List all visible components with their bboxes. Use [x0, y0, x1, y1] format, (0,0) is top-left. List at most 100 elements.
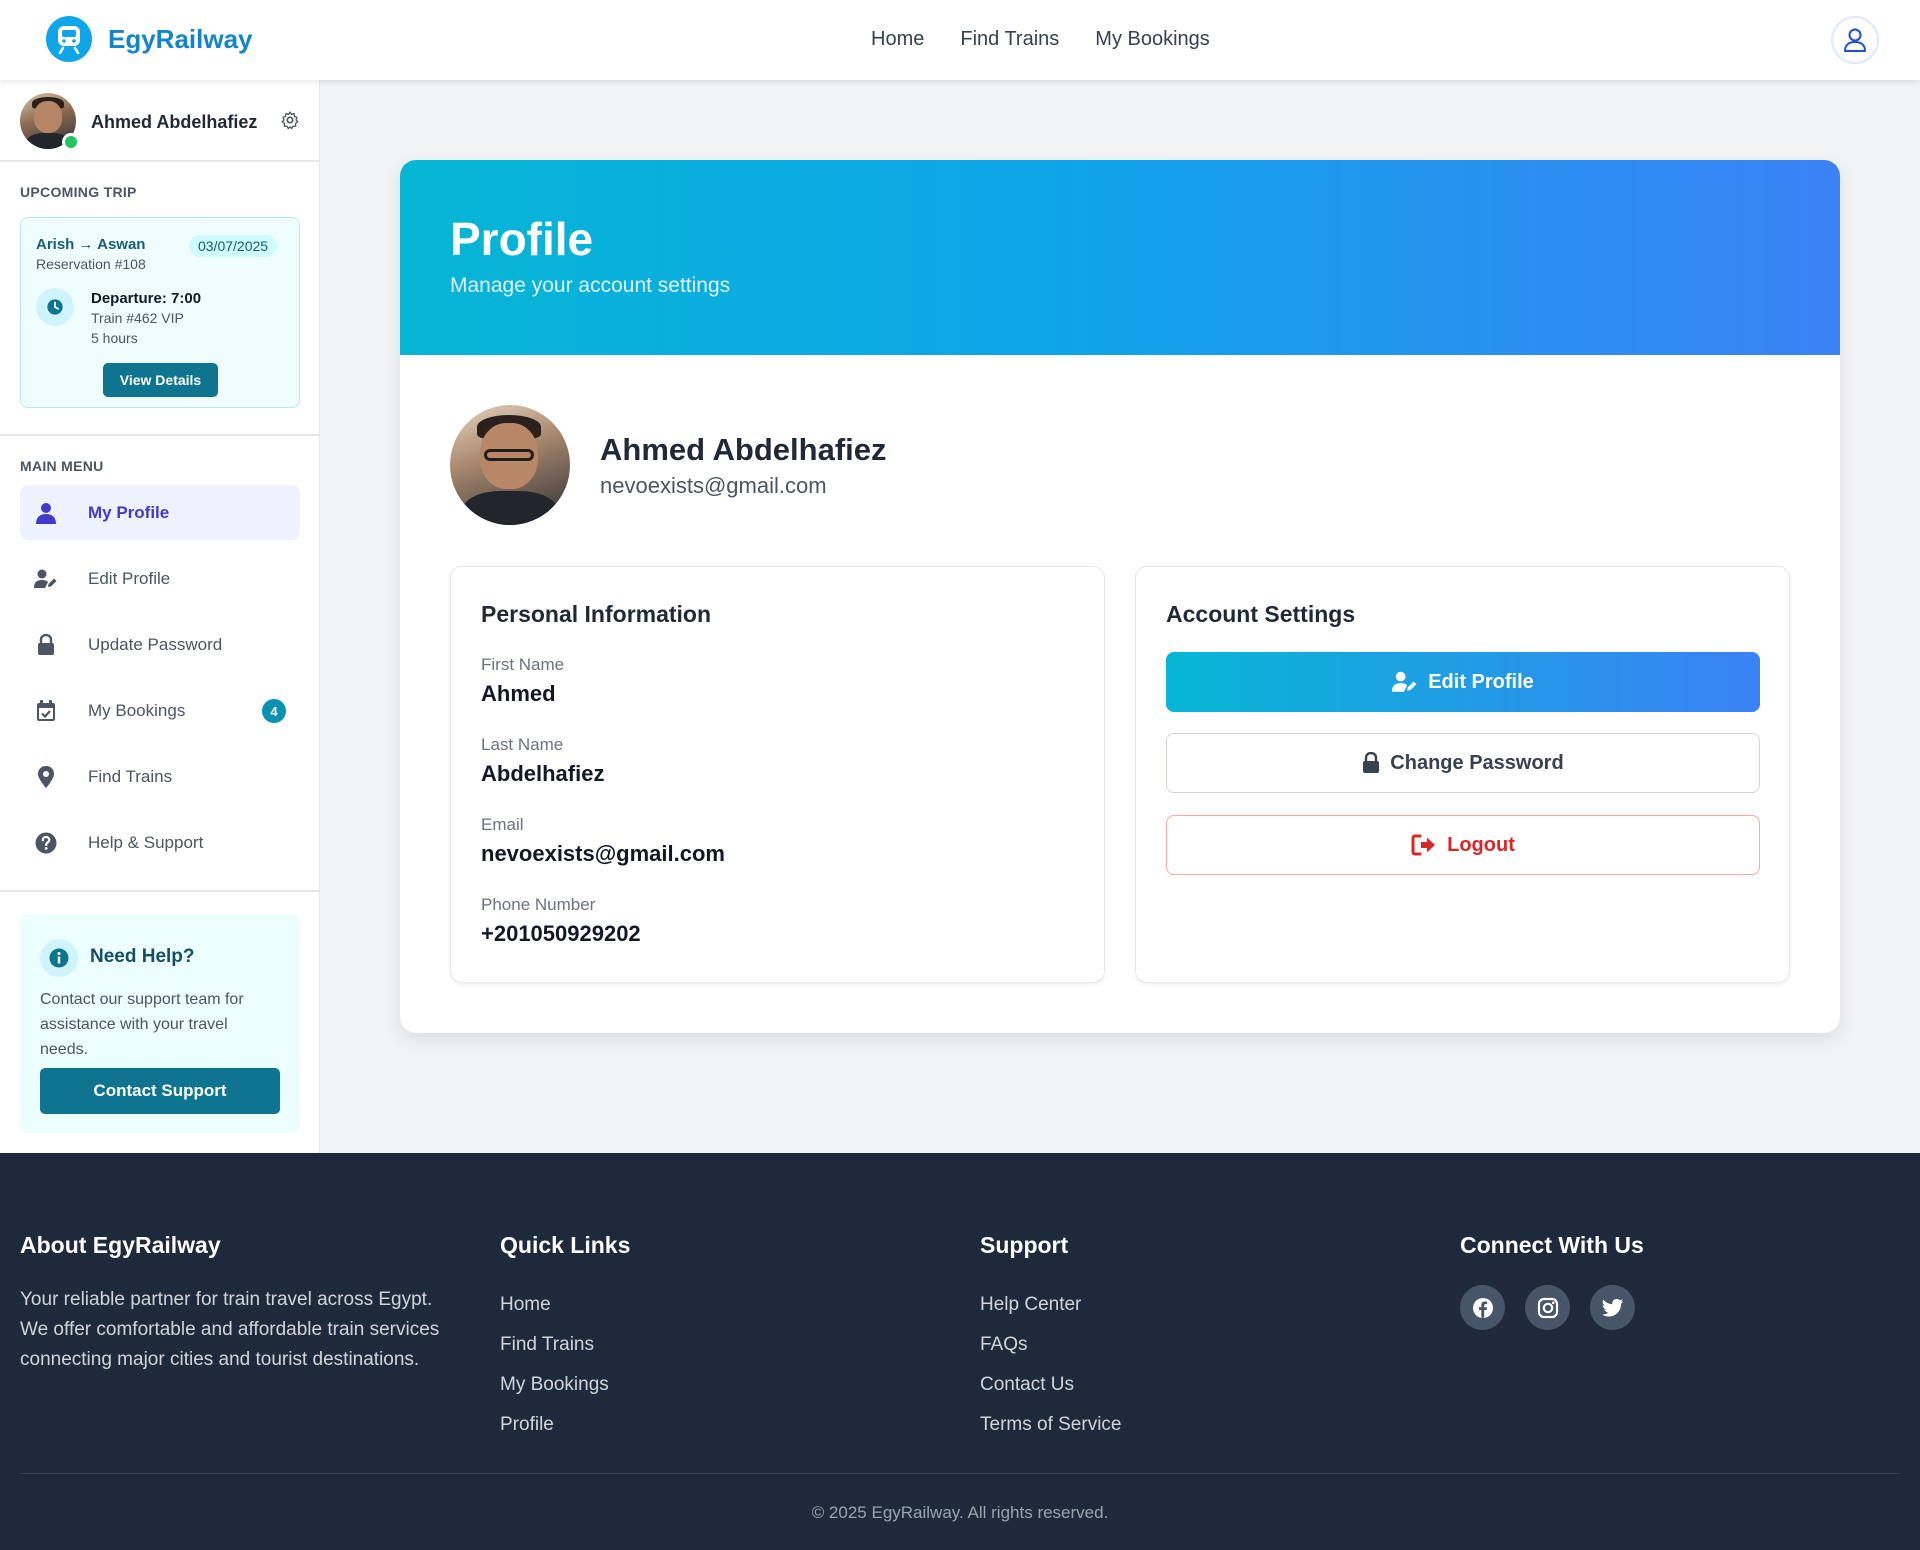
brand-logo[interactable]: EgyRailway	[46, 16, 253, 62]
footer-about-title: About EgyRailway	[20, 1232, 221, 1258]
change-password-label: Change Password	[1390, 751, 1564, 774]
user-icon	[34, 502, 58, 524]
help-text: Contact our support team for assistance …	[40, 991, 244, 1058]
footer-connect-title: Connect With Us	[1460, 1232, 1644, 1258]
nav-find-trains[interactable]: Find Trains	[960, 28, 1059, 51]
field-value: nevoexists@gmail.com	[481, 841, 725, 866]
edit-profile-label: Edit Profile	[1428, 670, 1534, 693]
trip-reservation: Reservation #108	[36, 256, 146, 272]
footer-link-help-center[interactable]: Help Center	[980, 1285, 1121, 1325]
profile-avatar	[450, 405, 570, 525]
change-password-button[interactable]: Change Password	[1166, 733, 1760, 793]
profile-header-banner: Profile Manage your account settings	[400, 160, 1840, 355]
sidebar-item-label: Edit Profile	[88, 568, 171, 588]
sidebar-item-help-support[interactable]: Help & Support	[20, 815, 300, 870]
sidebar-item-my-profile[interactable]: My Profile	[20, 485, 300, 540]
sidebar: Ahmed Abdelhafiez UPCOMING TRIP Arish → …	[0, 80, 320, 1153]
footer-link-terms[interactable]: Terms of Service	[980, 1405, 1121, 1445]
logout-label: Logout	[1447, 833, 1515, 856]
contact-support-button[interactable]: Contact Support	[40, 1068, 280, 1114]
footer-link-profile[interactable]: Profile	[500, 1405, 630, 1445]
sidebar-user: Ahmed Abdelhafiez	[0, 80, 319, 162]
profile-card: Profile Manage your account settings Ahm…	[400, 160, 1840, 1033]
edit-profile-button[interactable]: Edit Profile	[1166, 652, 1760, 712]
sidebar-user-name: Ahmed Abdelhafiez	[91, 112, 258, 132]
page-subtitle: Manage your account settings	[450, 274, 731, 297]
upcoming-trip-card: Arish → Aswan Reservation #108 03/07/202…	[20, 217, 300, 408]
instagram-icon[interactable]	[1525, 1285, 1570, 1330]
sidebar-item-label: Find Trains	[88, 766, 173, 786]
footer-link-find-trains[interactable]: Find Trains	[500, 1325, 630, 1365]
sidebar-menu: My Profile Edit Profile Update Password …	[20, 485, 300, 881]
footer-quick-title: Quick Links	[500, 1232, 631, 1258]
online-status-dot	[62, 133, 80, 151]
profile-name: Ahmed Abdelhafiez	[600, 432, 887, 467]
copyright: © 2025 EgyRailway. All rights reserved.	[811, 1503, 1109, 1522]
nav-home[interactable]: Home	[871, 28, 924, 51]
trip-train: Train #462 VIP	[91, 310, 184, 326]
calendar-check-icon	[34, 699, 58, 722]
user-edit-icon	[1392, 671, 1417, 692]
footer-link-contact-us[interactable]: Contact Us	[980, 1365, 1121, 1405]
top-navbar: EgyRailway Home Find Trains My Bookings	[0, 0, 1920, 80]
gear-icon[interactable]	[280, 110, 300, 135]
help-title: Need Help?	[90, 946, 195, 967]
last-name-field: Last Name Abdelhafiez	[481, 735, 604, 787]
sidebar-divider	[0, 890, 320, 892]
main-menu-label: MAIN MENU	[20, 458, 104, 474]
map-pin-icon	[34, 765, 58, 788]
lock-icon	[34, 633, 58, 656]
clock-icon	[36, 288, 74, 326]
twitter-icon[interactable]	[1590, 1285, 1635, 1330]
help-card: Need Help? Contact our support team for …	[20, 914, 300, 1133]
sidebar-item-label: My Bookings	[88, 700, 186, 720]
sidebar-divider	[0, 434, 320, 436]
field-label: Last Name	[481, 735, 564, 754]
footer-connect: Connect With Us	[1460, 1232, 1644, 1330]
footer: About EgyRailway Your reliable partner f…	[0, 1153, 1920, 1550]
first-name-field: First Name Ahmed	[481, 655, 564, 707]
trip-departure: Departure: 7:00	[91, 290, 202, 307]
view-details-button[interactable]: View Details	[103, 363, 218, 397]
footer-support: Support Help Center FAQs Contact Us Term…	[980, 1232, 1121, 1445]
brand-name: EgyRailway	[108, 23, 253, 54]
field-label: Phone Number	[481, 895, 596, 914]
sidebar-item-my-bookings[interactable]: My Bookings 4	[20, 683, 300, 738]
footer-link-home[interactable]: Home	[500, 1285, 630, 1325]
footer-link-my-bookings[interactable]: My Bookings	[500, 1365, 630, 1405]
logout-button[interactable]: Logout	[1166, 815, 1760, 875]
sidebar-item-update-password[interactable]: Update Password	[20, 617, 300, 672]
footer-about-text: Your reliable partner for train travel a…	[20, 1289, 440, 1370]
trip-date-badge: 03/07/2025	[189, 235, 278, 257]
sidebar-item-find-trains[interactable]: Find Trains	[20, 749, 300, 804]
sidebar-item-label: My Profile	[88, 502, 170, 522]
personal-information-panel: Personal Information First Name Ahmed La…	[450, 566, 1105, 983]
footer-link-faqs[interactable]: FAQs	[980, 1325, 1121, 1365]
phone-number-field: Phone Number +201050929202	[481, 895, 641, 947]
user-menu-button[interactable]	[1831, 16, 1879, 64]
social-links	[1460, 1285, 1644, 1330]
sign-out-icon	[1411, 834, 1436, 856]
bookings-count-badge: 4	[262, 699, 286, 723]
field-value: +201050929202	[481, 921, 641, 946]
field-value: Ahmed	[481, 681, 556, 706]
field-label: Email	[481, 815, 524, 834]
email-field: Email nevoexists@gmail.com	[481, 815, 725, 867]
profile-email: nevoexists@gmail.com	[600, 473, 827, 498]
footer-quick-links: Quick Links Home Find Trains My Bookings…	[500, 1232, 630, 1445]
field-label: First Name	[481, 655, 565, 674]
facebook-icon[interactable]	[1460, 1285, 1505, 1330]
field-value: Abdelhafiez	[481, 761, 605, 786]
user-edit-icon	[34, 569, 58, 589]
footer-support-title: Support	[980, 1232, 1069, 1258]
info-icon	[40, 939, 78, 977]
personal-information-title: Personal Information	[481, 601, 712, 627]
footer-about: About EgyRailway Your reliable partner f…	[20, 1232, 460, 1375]
nav-my-bookings[interactable]: My Bookings	[1095, 28, 1210, 51]
sidebar-item-label: Help & Support	[88, 832, 204, 852]
lock-icon	[1363, 752, 1380, 773]
sidebar-item-edit-profile[interactable]: Edit Profile	[20, 551, 300, 606]
upcoming-trip-label: UPCOMING TRIP	[20, 184, 137, 200]
account-settings-panel: Account Settings Edit Profile Change Pas…	[1135, 566, 1790, 983]
question-circle-icon	[34, 832, 58, 854]
